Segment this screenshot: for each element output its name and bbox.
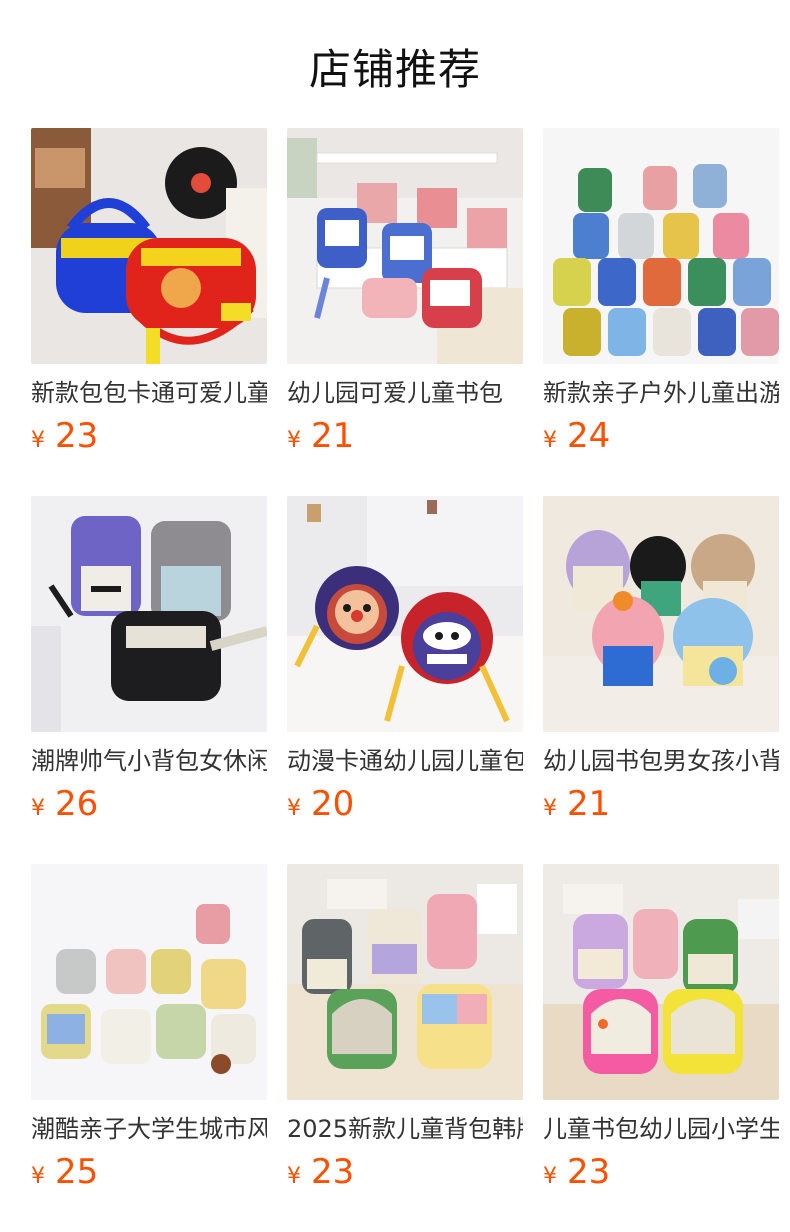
product-image[interactable] (543, 864, 779, 1100)
product-price: ¥ 23 (543, 1152, 779, 1192)
currency-symbol: ¥ (287, 1164, 301, 1189)
product-name[interactable]: 新款亲子户外儿童出游 (543, 378, 779, 408)
product-image[interactable] (31, 128, 267, 364)
product-name[interactable]: 新款包包卡通可爱儿童 (31, 378, 267, 408)
currency-symbol: ¥ (543, 796, 557, 821)
price-value: 23 (567, 1152, 611, 1192)
product-card[interactable]: 2025新款儿童背包韩版 ¥ 23 (287, 864, 523, 1232)
product-price: ¥ 23 (287, 1152, 523, 1192)
product-image[interactable] (287, 128, 523, 364)
product-price: ¥ 26 (31, 784, 267, 824)
pastel-backpacks-image (31, 864, 267, 1100)
product-card[interactable]: 动漫卡通幼儿园儿童包 ¥ 20 (287, 496, 523, 864)
product-name[interactable]: 幼儿园可爱儿童书包 (287, 378, 523, 408)
product-name[interactable]: 幼儿园书包男女孩小背 (543, 746, 779, 776)
currency-symbol: ¥ (287, 428, 301, 453)
product-image[interactable] (543, 496, 779, 732)
product-card[interactable]: 幼儿园可爱儿童书包 ¥ 21 (287, 128, 523, 496)
price-value: 25 (55, 1152, 99, 1192)
product-price: ¥ 20 (287, 784, 523, 824)
product-name[interactable]: 潮酷亲子大学生城市风 (31, 1114, 267, 1144)
black-purple-backpacks-image (31, 496, 267, 732)
product-price: ¥ 21 (543, 784, 779, 824)
price-value: 20 (311, 784, 355, 824)
product-card[interactable]: 潮牌帅气小背包女休闲 ¥ 26 (31, 496, 267, 864)
product-image[interactable] (287, 864, 523, 1100)
product-name[interactable]: 儿童书包幼儿园小学生 (543, 1114, 779, 1144)
product-price: ¥ 25 (31, 1152, 267, 1192)
product-name[interactable]: 动漫卡通幼儿园儿童包 (287, 746, 523, 776)
currency-symbol: ¥ (31, 796, 45, 821)
price-value: 21 (567, 784, 611, 824)
product-card[interactable]: 幼儿园书包男女孩小背 ¥ 21 (543, 496, 779, 864)
product-grid: 新款包包卡通可爱儿童 ¥ 23 幼儿园可爱儿童书包 ¥ 21 新款亲子户外儿童出… (31, 128, 790, 1232)
product-name[interactable]: 2025新款儿童背包韩版 (287, 1114, 523, 1144)
product-price: ¥ 23 (31, 416, 267, 456)
product-price: ¥ 21 (287, 416, 523, 456)
kitty-backpack-image (287, 128, 523, 364)
product-card[interactable]: 新款包包卡通可爱儿童 ¥ 23 (31, 128, 267, 496)
currency-symbol: ¥ (31, 428, 45, 453)
currency-symbol: ¥ (31, 1164, 45, 1189)
colorblock-backpacks-image (287, 864, 523, 1100)
product-image[interactable] (543, 128, 779, 364)
price-value: 21 (311, 416, 355, 456)
price-value: 23 (55, 416, 99, 456)
product-name[interactable]: 潮牌帅气小背包女休闲 (31, 746, 267, 776)
currency-symbol: ¥ (543, 1164, 557, 1189)
product-price: ¥ 24 (543, 416, 779, 456)
product-image[interactable] (31, 496, 267, 732)
pink-yellow-backpacks-image (543, 864, 779, 1100)
product-card[interactable]: 儿童书包幼儿园小学生 ¥ 23 (543, 864, 779, 1232)
product-image[interactable] (287, 496, 523, 732)
product-card[interactable]: 潮酷亲子大学生城市风 ¥ 25 (31, 864, 267, 1232)
store-recommendations-page: 店铺推荐 新款包包卡通可爱儿童 ¥ 23 幼儿园可爱儿童书包 ¥ 21 新款亲子… (0, 0, 790, 1232)
product-card[interactable]: 新款亲子户外儿童出游 ¥ 24 (543, 128, 779, 496)
product-image[interactable] (31, 864, 267, 1100)
price-value: 26 (55, 784, 99, 824)
currency-symbol: ¥ (543, 428, 557, 453)
price-value: 23 (311, 1152, 355, 1192)
section-title: 店铺推荐 (308, 45, 481, 94)
mushroom-backpacks-image (543, 496, 779, 732)
price-value: 24 (567, 416, 611, 456)
outdoor-backpacks-image (543, 128, 779, 364)
currency-symbol: ¥ (287, 796, 301, 821)
anime-round-bags-image (287, 496, 523, 732)
barrel-bag-image (31, 128, 267, 364)
